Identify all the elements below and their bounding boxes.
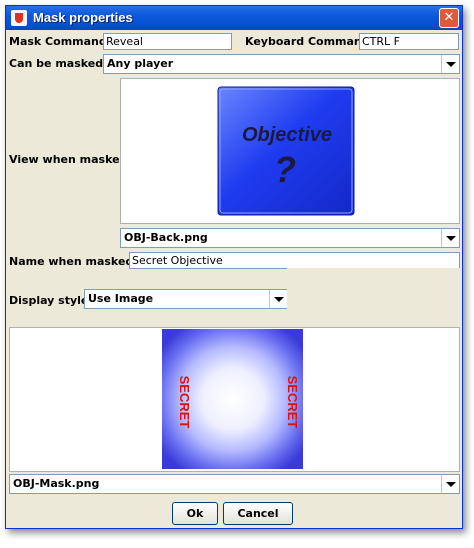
- name-when-masked-label: Name when masked:: [9, 255, 138, 268]
- cancel-button[interactable]: Cancel: [223, 502, 293, 525]
- java-app-icon: [11, 10, 27, 26]
- name-when-masked-input[interactable]: Secret Objective: [129, 252, 460, 269]
- keyboard-command-label: Keyboard Command:: [245, 35, 375, 48]
- title-bar[interactable]: Mask properties ✕: [6, 6, 462, 30]
- display-style-value: Use Image: [88, 292, 154, 305]
- view-image-file: OBJ-Back.png: [124, 231, 208, 244]
- masked-by-dropdown[interactable]: Any player: [103, 54, 460, 74]
- close-button[interactable]: ✕: [439, 8, 459, 28]
- keyboard-command-input[interactable]: CTRL F: [359, 33, 459, 50]
- chevron-down-icon[interactable]: [441, 229, 459, 247]
- objective-image: Objective ?: [216, 85, 356, 217]
- objective-image-text: Objective: [242, 124, 332, 146]
- view-when-masked-label: View when masked:: [9, 153, 132, 166]
- mask-image-file: OBJ-Mask.png: [13, 477, 100, 490]
- mask-secret-right: SECRET: [285, 376, 300, 429]
- view-image-dropdown[interactable]: OBJ-Back.png: [120, 228, 460, 248]
- blank-panel: [287, 268, 460, 327]
- chevron-down-icon[interactable]: [269, 290, 287, 308]
- display-style-dropdown[interactable]: Use Image: [84, 289, 288, 309]
- masked-by-value: Any player: [107, 57, 174, 70]
- mask-image-panel: SECRET SECRET: [9, 327, 460, 472]
- ok-button[interactable]: Ok: [172, 502, 218, 525]
- mask-properties-dialog: Mask properties ✕ Mask Command: Reveal K…: [5, 5, 463, 529]
- display-style-label: Display style:: [9, 294, 93, 307]
- mask-command-label: Mask Command:: [9, 35, 112, 48]
- chevron-down-icon[interactable]: [441, 475, 459, 493]
- mask-command-input[interactable]: Reveal: [103, 33, 232, 50]
- chevron-down-icon[interactable]: [441, 55, 459, 73]
- mask-image-dropdown[interactable]: OBJ-Mask.png: [9, 474, 460, 494]
- dialog-content: Mask Command: Reveal Keyboard Command: C…: [8, 31, 460, 526]
- mask-secret-left: SECRET: [177, 376, 192, 429]
- mask-image: SECRET SECRET: [162, 329, 303, 469]
- objective-image-symbol: ?: [274, 149, 296, 190]
- window-title: Mask properties: [33, 10, 133, 25]
- masked-view-image-panel: Objective ?: [120, 78, 460, 224]
